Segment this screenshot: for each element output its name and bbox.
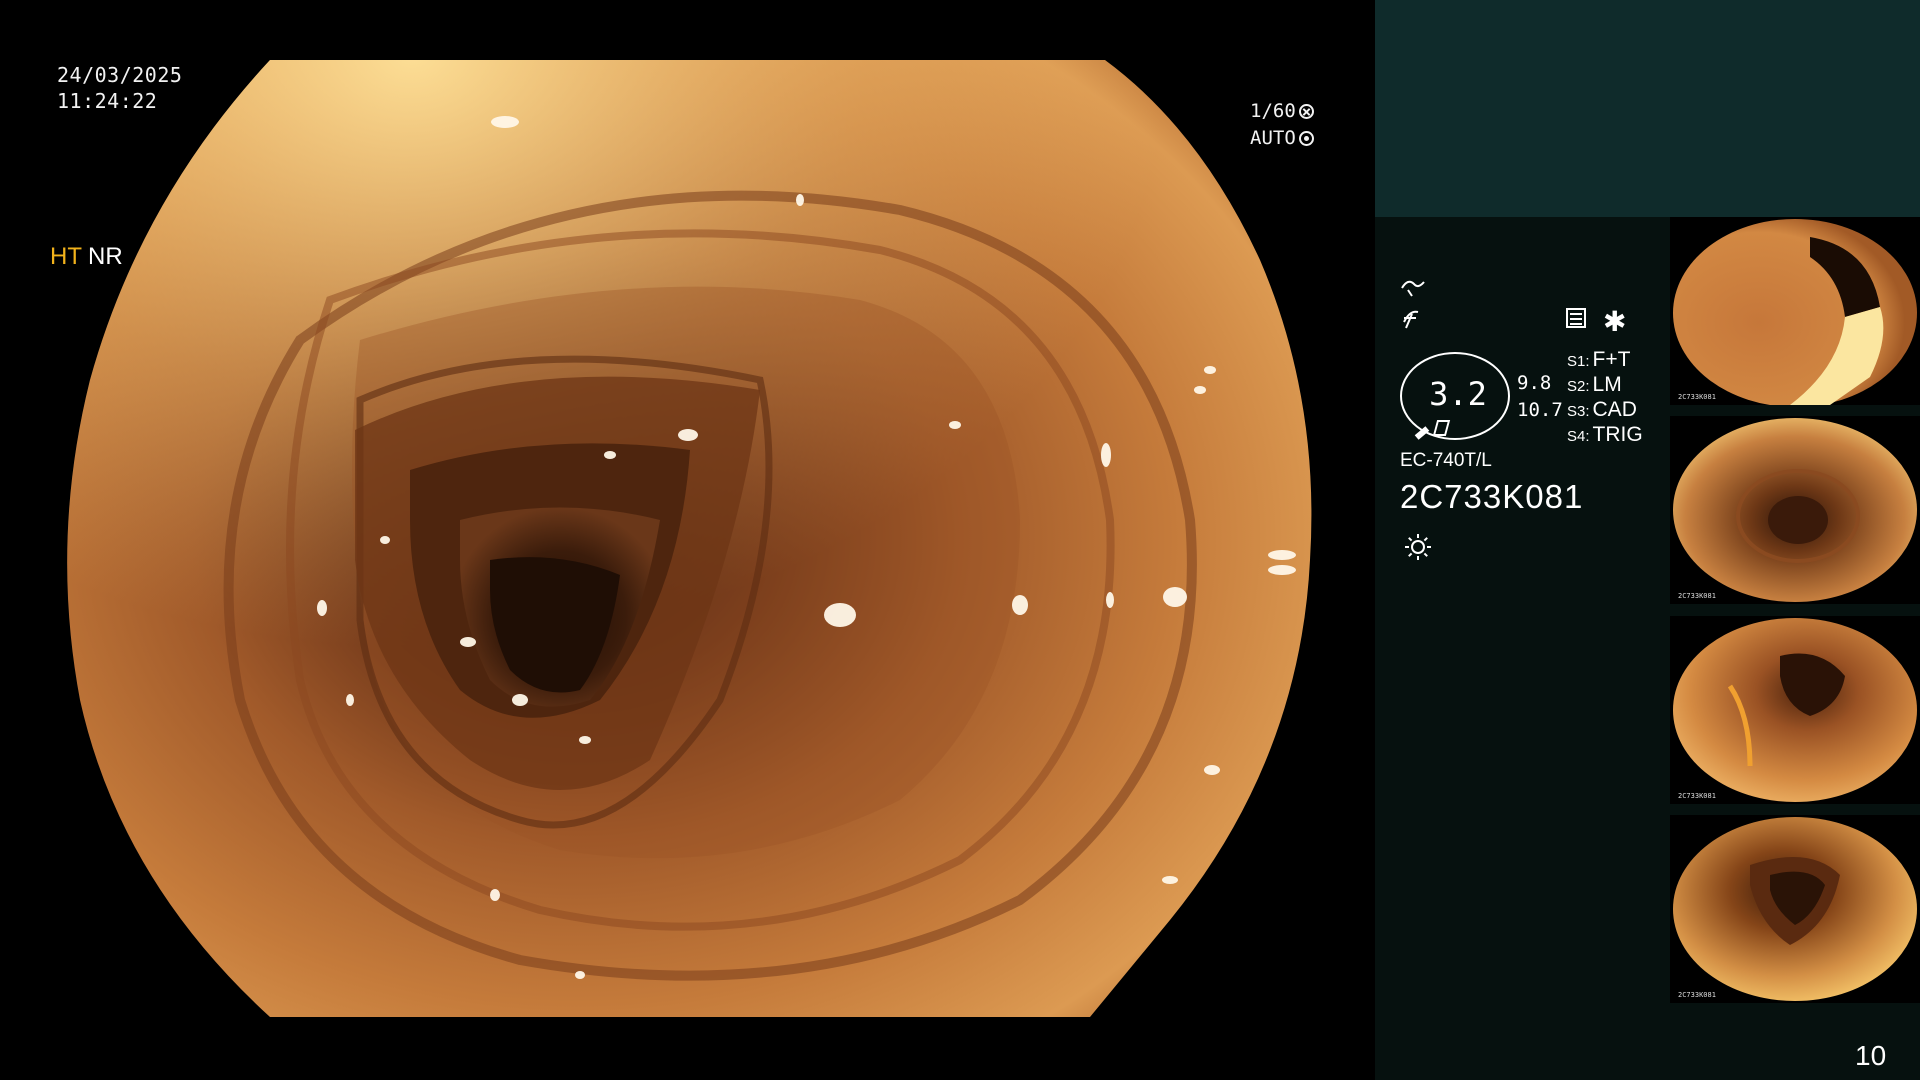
image-mode-row: HT NR	[50, 243, 123, 271]
shutter-readout: 1/60	[1250, 100, 1314, 122]
asterisk-icon: ✱	[1603, 305, 1627, 338]
gauge-indicator	[1414, 420, 1451, 440]
scene-key: S2:	[1567, 378, 1590, 395]
frame-icon	[1432, 420, 1451, 436]
time-display: 11:24:22	[57, 89, 158, 113]
scene-key: S3:	[1567, 403, 1590, 420]
thumbnail-caption: 2C733K081	[1678, 792, 1716, 800]
scene-key: S4:	[1567, 428, 1590, 445]
thumbnail-image	[1673, 418, 1917, 602]
scene-value: F+T	[1592, 348, 1631, 371]
scope-model: EC-740T/L	[1400, 450, 1492, 471]
endoscope-main-view: 24/03/2025 11:24:22 1/60 AUTO	[0, 0, 1375, 1080]
curve-icon	[1400, 276, 1426, 304]
capture-thumbnail-3[interactable]: 2C733K081	[1670, 616, 1920, 804]
ht-mode-label: HT	[50, 243, 82, 270]
scope-serial: 2C733K081	[1400, 478, 1584, 515]
capture-thumbnail-1[interactable]: 2C733K081	[1670, 217, 1920, 405]
page-number: 10	[1855, 1040, 1887, 1071]
scene-setting-3: S3: CAD	[1567, 398, 1637, 422]
scene-setting-1: S1: F+T	[1567, 348, 1630, 372]
exposure-readout: AUTO	[1250, 127, 1314, 149]
scene-value: TRIG	[1592, 423, 1643, 446]
capture-thumbnail-2[interactable]: 2C733K081	[1670, 416, 1920, 604]
scene-value: CAD	[1592, 398, 1637, 421]
status-area	[1375, 217, 1675, 1080]
scene-setting-2: S2: LM	[1567, 373, 1622, 397]
date-display: 24/03/2025	[57, 63, 183, 87]
gauge-value: 3.2	[1429, 375, 1487, 413]
thumbnail-image	[1673, 618, 1917, 802]
scene-key: S1:	[1567, 353, 1590, 370]
thumbnail-image	[1673, 817, 1917, 1001]
capture-thumbnail-4[interactable]: 2C733K081	[1670, 815, 1920, 1003]
scene-setting-4: S4: TRIG	[1567, 423, 1643, 447]
fan-icon	[1298, 104, 1314, 119]
thumbnail-caption: 2C733K081	[1678, 592, 1716, 600]
thumbnail-caption: 2C733K081	[1678, 991, 1716, 999]
light-icon	[1404, 533, 1432, 561]
side-value-1: 9.8	[1517, 372, 1552, 394]
shutter-speed: 1/60	[1250, 100, 1296, 122]
side-value-2: 10.7	[1517, 399, 1563, 421]
filter-icon	[1400, 306, 1424, 336]
panel-header-band	[1375, 0, 1920, 217]
settings-icon	[1566, 308, 1586, 328]
exposure-mode: AUTO	[1250, 127, 1296, 149]
nr-mode-label: NR	[88, 243, 123, 270]
aperture-icon	[1298, 131, 1314, 146]
thumbnail-caption: 2C733K081	[1678, 393, 1716, 401]
thumbnail-image	[1673, 219, 1917, 405]
scene-value: LM	[1592, 373, 1622, 396]
endoscopy-screen: 24/03/2025 11:24:22 1/60 AUTO HT NR 3.2 9…	[0, 0, 1920, 1080]
endoscopic-live-image	[67, 60, 1312, 1017]
pencil-icon	[1414, 426, 1430, 440]
